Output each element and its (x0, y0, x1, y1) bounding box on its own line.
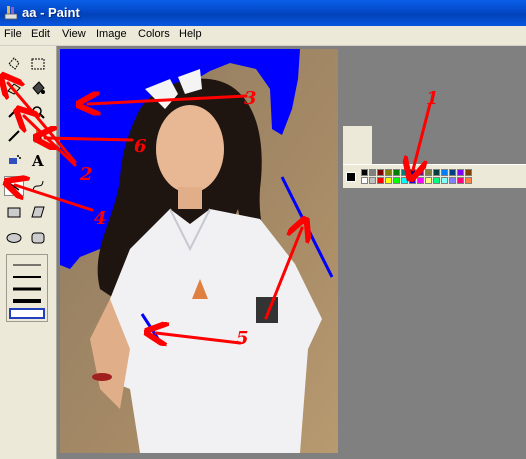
palette-swatch[interactable] (433, 169, 440, 176)
menu-bar: File Edit View Image Colors Help (0, 26, 526, 46)
palette-swatch[interactable] (385, 169, 392, 176)
palette-swatch[interactable] (449, 169, 456, 176)
curve-icon[interactable] (28, 176, 48, 196)
palette-swatch[interactable] (417, 169, 424, 176)
palette-swatch[interactable] (425, 177, 432, 184)
menu-colors[interactable]: Colors (138, 28, 170, 40)
polygon-icon[interactable] (28, 202, 48, 222)
eraser-icon[interactable] (4, 78, 24, 98)
paint-app-icon (4, 6, 18, 20)
menu-file[interactable]: File (4, 28, 22, 40)
fill-icon[interactable] (28, 78, 48, 98)
palette-swatch[interactable] (441, 177, 448, 184)
palette-swatch[interactable] (457, 169, 464, 176)
palette-swatch[interactable] (377, 177, 384, 184)
airbrush-icon[interactable] (4, 150, 24, 170)
palette-swatch[interactable] (409, 177, 416, 184)
text-tool-icon[interactable]: A (28, 150, 48, 170)
ellipse-icon[interactable] (4, 228, 24, 248)
toolbox: A (0, 46, 57, 459)
palette-swatch[interactable] (361, 177, 368, 184)
color-picker-icon[interactable] (4, 102, 24, 122)
palette-swatch[interactable] (393, 177, 400, 184)
color-box-titlebar[interactable] (343, 126, 372, 164)
palette-swatch[interactable] (417, 177, 424, 184)
palette-swatch[interactable] (425, 169, 432, 176)
palette-swatch[interactable] (465, 177, 472, 184)
palette-swatch[interactable] (401, 177, 408, 184)
window-title: aa - Paint (22, 5, 80, 20)
line-width-options[interactable] (6, 254, 48, 322)
rounded-rectangle-icon[interactable] (28, 228, 48, 248)
palette-swatch[interactable] (393, 169, 400, 176)
rectangle-icon[interactable] (4, 202, 24, 222)
magnifier-icon[interactable] (28, 102, 48, 122)
palette-swatch[interactable] (457, 177, 464, 184)
canvas-workspace (57, 46, 526, 459)
canvas-photo[interactable] (60, 49, 338, 453)
menu-edit[interactable]: Edit (31, 28, 50, 40)
title-bar: aa - Paint (0, 0, 526, 26)
brush-icon[interactable] (28, 126, 48, 146)
pencil-icon[interactable] (4, 126, 24, 146)
palette-swatch[interactable] (361, 169, 368, 176)
palette-swatch[interactable] (465, 169, 472, 176)
free-select-icon[interactable] (4, 54, 24, 74)
menu-view[interactable]: View (62, 28, 86, 40)
palette-swatch[interactable] (401, 169, 408, 176)
palette-swatch[interactable] (433, 177, 440, 184)
palette-swatch[interactable] (449, 177, 456, 184)
menu-image[interactable]: Image (96, 28, 127, 40)
menu-help[interactable]: Help (179, 28, 202, 40)
select-icon[interactable] (28, 54, 48, 74)
palette-swatch[interactable] (441, 169, 448, 176)
palette-swatch[interactable] (409, 169, 416, 176)
palette-swatch[interactable] (369, 177, 376, 184)
palette-swatch[interactable] (377, 169, 384, 176)
palette-swatch[interactable] (385, 177, 392, 184)
line-tool-icon[interactable] (4, 176, 24, 196)
color-box-floating[interactable] (343, 126, 526, 188)
svg-text:A: A (31, 152, 44, 168)
current-colors-indicator[interactable] (346, 172, 356, 182)
color-palette (343, 164, 526, 188)
palette-swatch[interactable] (369, 169, 376, 176)
